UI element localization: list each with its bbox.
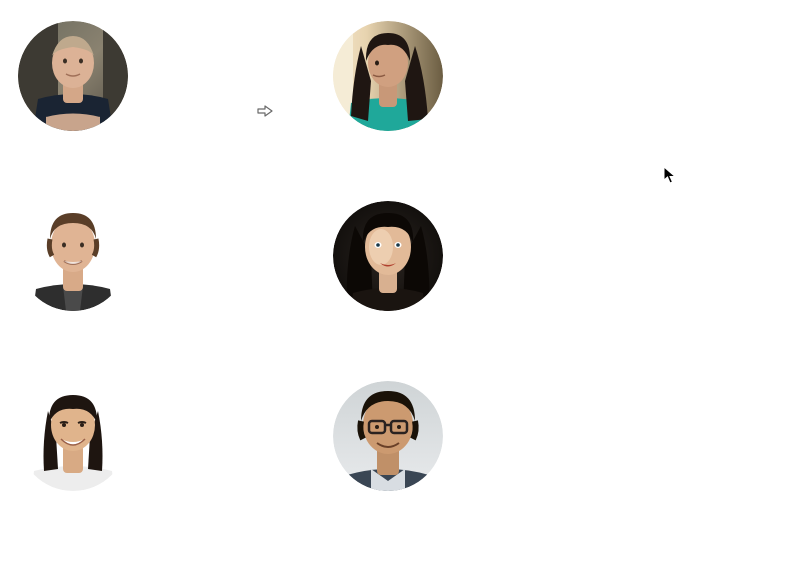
avatar-1[interactable] (18, 21, 128, 131)
arrow-right-icon (257, 104, 273, 116)
avatar-grid (0, 0, 810, 579)
avatar-3[interactable] (18, 201, 128, 311)
avatar-5[interactable] (18, 381, 128, 491)
avatar-2[interactable] (333, 21, 443, 131)
avatar-4[interactable] (333, 201, 443, 311)
cursor-icon (663, 166, 677, 184)
avatar-6[interactable] (333, 381, 443, 491)
